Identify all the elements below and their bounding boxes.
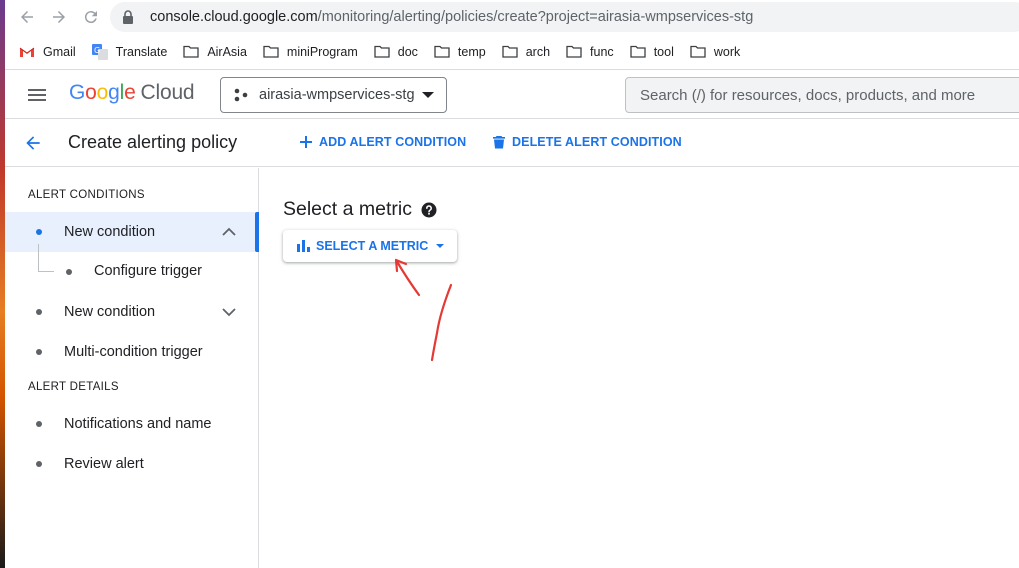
- sidebar-item-review-alert[interactable]: Review alert: [5, 444, 259, 484]
- bookmark-label: func: [590, 44, 614, 59]
- folder-icon: [630, 45, 646, 59]
- gmail-icon: [19, 45, 35, 59]
- url-host: console.cloud.google.com: [150, 9, 318, 25]
- back-icon[interactable]: [13, 3, 41, 31]
- bar-chart-icon: [297, 240, 310, 252]
- add-alert-condition-label: ADD ALERT CONDITION: [319, 135, 467, 149]
- step-dot: [66, 269, 72, 275]
- search-input[interactable]: [640, 86, 1019, 104]
- logo-letter: G: [69, 81, 86, 104]
- search-box[interactable]: [625, 77, 1019, 113]
- bookmark-label: Gmail: [43, 44, 76, 59]
- page-toolbar: Create alerting policy ADD ALERT CONDITI…: [5, 119, 1019, 167]
- browser-address-row: console.cloud.google.com/monitoring/aler…: [5, 0, 1019, 34]
- section-title: Select a metric: [283, 198, 412, 220]
- sidebar-item-new-condition-2[interactable]: New condition: [5, 292, 259, 332]
- cloud-console-header: Google Cloud airasia-wmpservices-stg: [5, 71, 1019, 119]
- project-picker[interactable]: airasia-wmpservices-stg: [220, 77, 447, 113]
- plus-icon: [300, 136, 312, 148]
- back-arrow-icon[interactable]: [23, 133, 43, 153]
- menu-icon[interactable]: [27, 85, 47, 105]
- main-content: Select a metric SELECT A METRIC: [260, 168, 1019, 568]
- sidebar-item-notifications-and-name[interactable]: Notifications and name: [5, 404, 259, 444]
- logo-cloud-word: Cloud: [140, 81, 195, 104]
- bookmark-label: tool: [653, 44, 674, 59]
- step-dot: [36, 229, 42, 235]
- bookmark-folder-func[interactable]: func: [566, 45, 614, 59]
- step-dot: [36, 309, 42, 315]
- bookmark-gmail[interactable]: Gmail: [19, 45, 76, 59]
- step-dot: [36, 421, 42, 427]
- bookmarks-bar: Gmail G Translate AirAsia miniProgram do…: [5, 34, 1019, 70]
- folder-icon: [690, 45, 706, 59]
- alert-steps-sidebar: ALERT CONDITIONS New condition Configure…: [5, 168, 259, 568]
- annotation-arrow-head: [394, 258, 421, 297]
- step-dot: [36, 349, 42, 355]
- logo-letter: e: [124, 81, 136, 104]
- project-name: airasia-wmpservices-stg: [259, 87, 415, 103]
- select-a-metric-label: SELECT A METRIC: [316, 239, 429, 253]
- logo-letter: o: [85, 81, 97, 104]
- sidebar-item-label: Multi-condition trigger: [64, 344, 203, 360]
- google-cloud-logo[interactable]: Google Cloud: [69, 81, 195, 105]
- bookmark-label: miniProgram: [286, 44, 358, 59]
- annotation-stroke: [430, 283, 453, 362]
- folder-icon: [263, 45, 279, 59]
- sidebar-item-label: New condition: [64, 304, 156, 320]
- folder-icon: [502, 45, 518, 59]
- lock-icon: [123, 10, 133, 24]
- bookmark-folder-tool[interactable]: tool: [630, 45, 674, 59]
- folder-icon: [183, 45, 199, 59]
- sidebar-item-label: Review alert: [64, 456, 144, 472]
- logo-letter: g: [108, 81, 120, 104]
- alert-details-heading: ALERT DETAILS: [28, 381, 119, 393]
- help-icon[interactable]: [421, 202, 437, 218]
- bookmark-folder-temp[interactable]: temp: [434, 45, 486, 59]
- bookmark-label: work: [713, 44, 741, 59]
- folder-icon: [374, 45, 390, 59]
- bookmark-folder-work[interactable]: work: [690, 45, 740, 59]
- select-a-metric-button[interactable]: SELECT A METRIC: [283, 230, 457, 262]
- dropdown-arrow-icon: [436, 244, 445, 248]
- sidebar-item-label: Notifications and name: [64, 416, 212, 432]
- delete-alert-condition-button[interactable]: DELETE ALERT CONDITION: [492, 135, 682, 149]
- bookmark-folder-airasia[interactable]: AirAsia: [183, 45, 247, 59]
- bookmark-translate[interactable]: G Translate: [91, 43, 168, 60]
- translate-icon: G: [91, 43, 108, 60]
- sidebar-item-multi-condition-trigger[interactable]: Multi-condition trigger: [5, 332, 259, 372]
- bookmark-label: doc: [397, 44, 418, 59]
- chevron-down-icon[interactable]: [221, 304, 237, 320]
- alert-conditions-heading: ALERT CONDITIONS: [28, 189, 145, 201]
- url-path: /monitoring/alerting/policies/create?pro…: [317, 9, 754, 25]
- reload-icon[interactable]: [77, 3, 105, 31]
- tree-connector: [38, 244, 54, 272]
- bookmark-label: AirAsia: [207, 44, 247, 59]
- bookmark-folder-arch[interactable]: arch: [502, 45, 550, 59]
- folder-icon: [434, 45, 450, 59]
- trash-icon: [493, 136, 505, 149]
- url-bar[interactable]: console.cloud.google.com/monitoring/aler…: [110, 2, 1019, 32]
- delete-alert-condition-label: DELETE ALERT CONDITION: [512, 135, 682, 149]
- svg-text:G: G: [94, 46, 100, 55]
- page-title: Create alerting policy: [68, 132, 238, 152]
- bookmark-folder-doc[interactable]: doc: [374, 45, 418, 59]
- sidebar-item-configure-trigger[interactable]: Configure trigger: [5, 244, 259, 292]
- folder-icon: [566, 45, 582, 59]
- bookmark-label: Translate: [115, 44, 168, 59]
- project-hierarchy-icon: [234, 88, 248, 102]
- bookmark-label: arch: [525, 44, 551, 59]
- dropdown-caret-icon: [422, 92, 434, 98]
- add-alert-condition-button[interactable]: ADD ALERT CONDITION: [299, 135, 466, 149]
- bookmark-label: temp: [457, 44, 486, 59]
- forward-icon[interactable]: [45, 3, 73, 31]
- logo-letter: o: [96, 81, 109, 104]
- sidebar-item-label: Configure trigger: [94, 263, 202, 279]
- step-dot: [36, 461, 42, 467]
- chevron-up-icon[interactable]: [221, 224, 237, 240]
- annotation-arrow: [394, 258, 453, 362]
- bookmark-folder-miniprogram[interactable]: miniProgram: [263, 45, 358, 59]
- select-metric-heading: Select a metric: [283, 198, 437, 221]
- sidebar-item-label: New condition: [64, 224, 156, 240]
